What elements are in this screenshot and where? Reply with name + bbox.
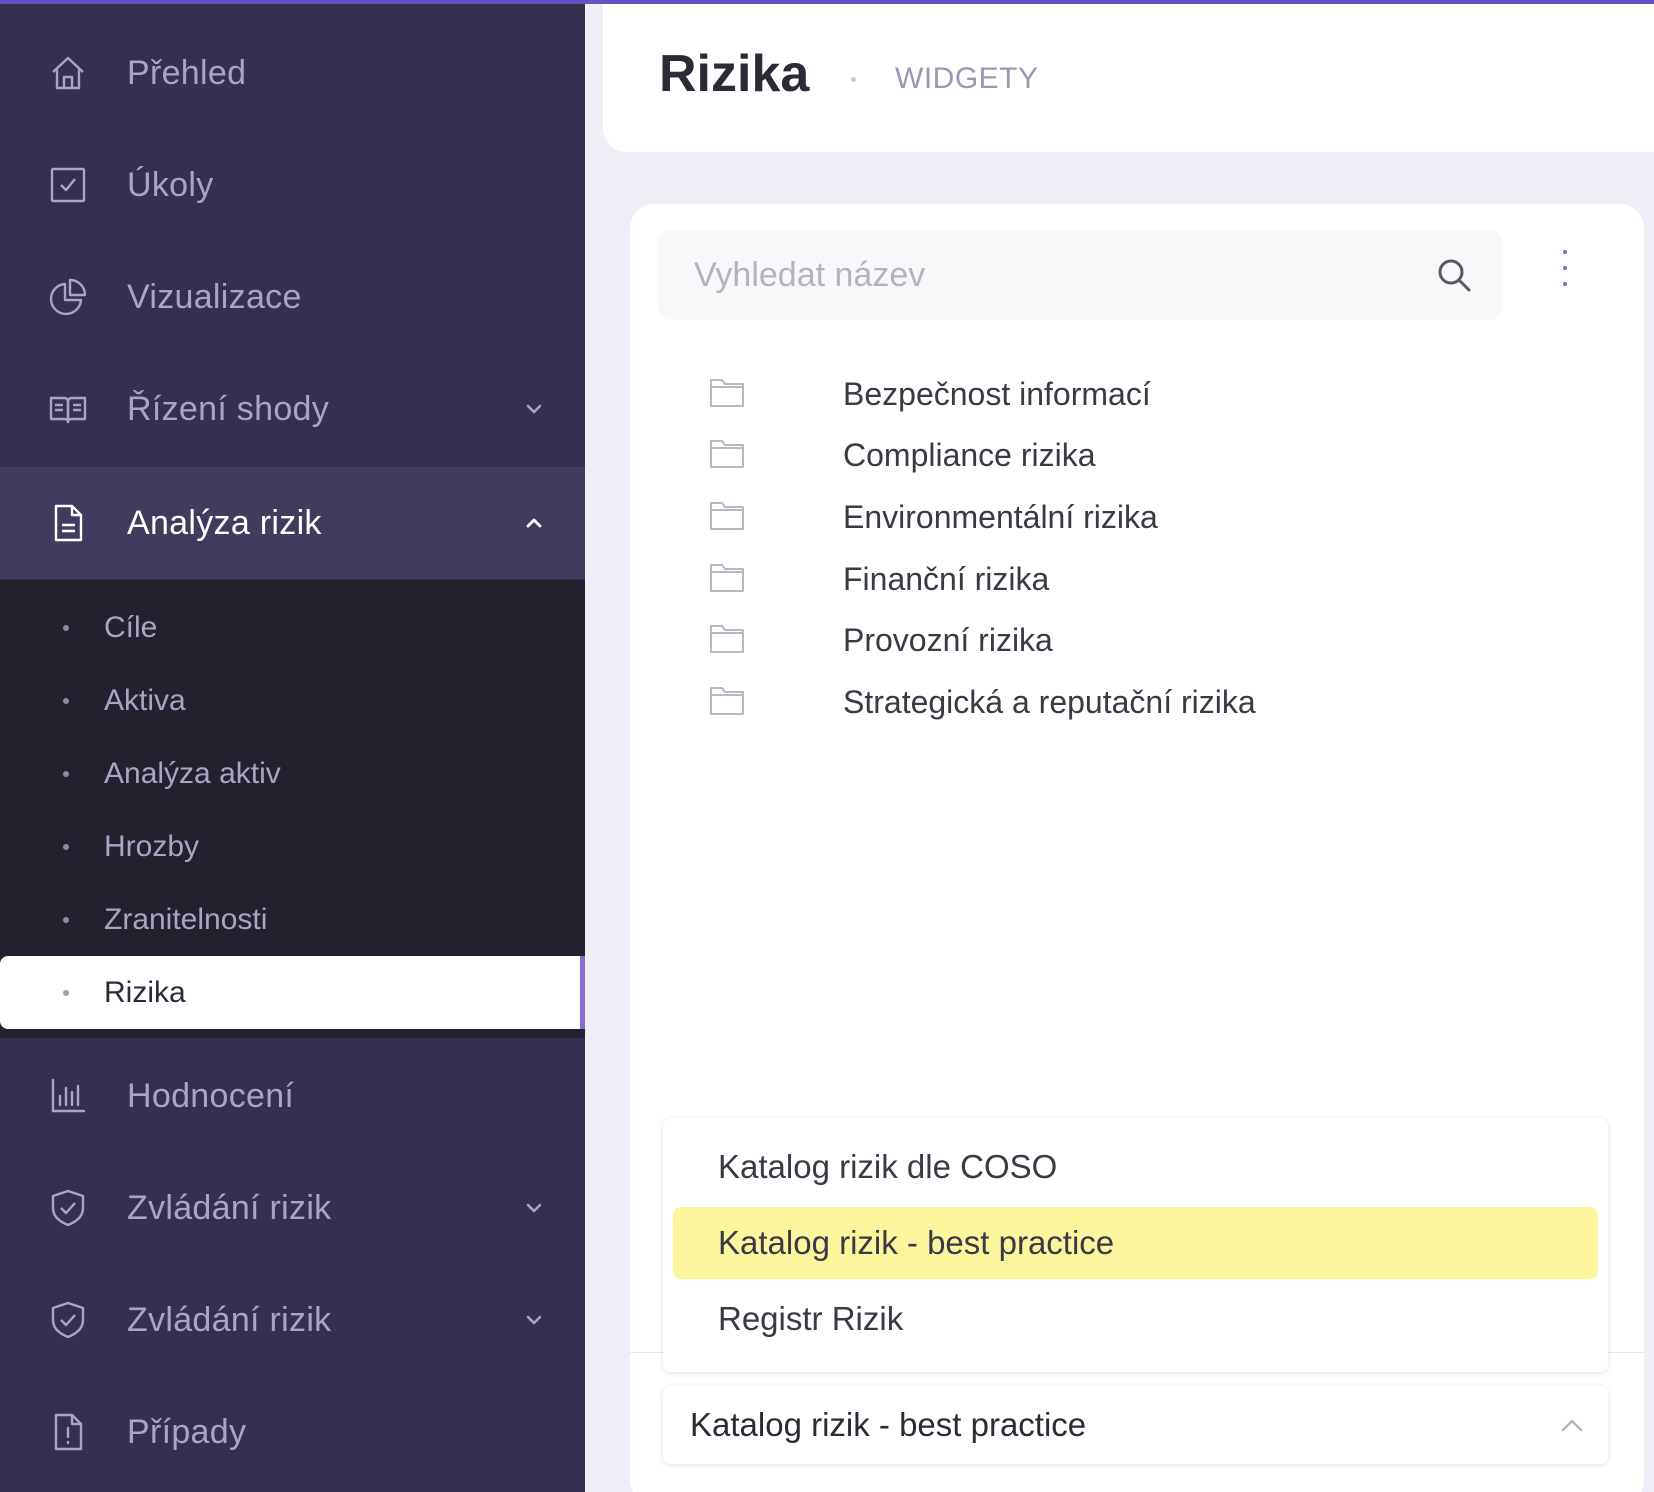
page-header: Rizika WIDGETY (603, 0, 1654, 152)
sidebar-item-label: Vizualizace (127, 277, 302, 316)
folder-icon (710, 440, 744, 468)
catalog-select-value: Katalog rizik - best practice (690, 1406, 1087, 1443)
chevron-down-icon (522, 1196, 546, 1220)
folder-label: Bezpečnost informací (843, 375, 1151, 412)
dropdown-option[interactable]: Katalog rizik dle COSO (673, 1131, 1598, 1203)
submenu-item-label: Rizika (104, 975, 186, 1009)
submenu-item-label: Analýza aktiv (104, 756, 281, 790)
folder-icon (710, 379, 744, 407)
search-icon[interactable] (1434, 255, 1474, 295)
submenu-item-cile[interactable]: Cíle (0, 591, 585, 664)
sidebar-item-zvladani-rizik-2[interactable]: Zvládání rizik (0, 1264, 585, 1376)
sidebar-item-label: Úkoly (127, 165, 214, 204)
sidebar-item-analyza-rizik[interactable]: Analýza rizik (0, 467, 585, 579)
submenu-item-label: Aktiva (104, 683, 186, 717)
bullet-icon (63, 697, 69, 704)
pie-chart-icon (48, 277, 88, 317)
catalog-dropdown-menu: Katalog rizik dle COSO Katalog rizik - b… (663, 1118, 1608, 1372)
sidebar-item-zvladani-rizik[interactable]: Zvládání rizik (0, 1152, 585, 1264)
folder-item[interactable]: Environmentální rizika (710, 493, 1410, 541)
folder-icon (710, 625, 744, 653)
submenu-item-rizika[interactable]: Rizika (0, 956, 585, 1029)
sidebar-item-label: Zvládání rizik (127, 1300, 332, 1339)
folder-item[interactable]: Provozní rizika (710, 616, 1410, 664)
submenu-item-analyza-aktiv[interactable]: Analýza aktiv (0, 737, 585, 810)
sidebar-item-label: Analýza rizik (127, 503, 322, 542)
sidebar-item-label: Hodnocení (127, 1076, 295, 1115)
submenu-item-label: Hrozby (104, 829, 200, 863)
sidebar-item-ukoly[interactable]: Úkoly (0, 129, 585, 241)
document-icon (48, 503, 88, 543)
sidebar-item-rizeni-shody[interactable]: Řízení shody (0, 353, 585, 465)
sidebar-item-label: Zvládání rizik (127, 1188, 332, 1227)
sidebar-item-label: Řízení shody (127, 389, 330, 428)
bar-chart-icon (48, 1076, 88, 1116)
top-accent-bar (0, 0, 1654, 4)
submenu-item-label: Zranitelnosti (104, 902, 268, 936)
separator-dot (851, 77, 856, 82)
folder-icon (710, 564, 744, 592)
folder-item[interactable]: Strategická a reputační rizika (710, 678, 1410, 726)
folder-item[interactable]: Bezpečnost informací (710, 370, 1410, 418)
bullet-icon (63, 770, 69, 777)
document-alert-icon (48, 1412, 88, 1452)
folder-item[interactable]: Compliance rizika (710, 431, 1410, 479)
folder-icon (710, 687, 744, 715)
sidebar-item-vizualizace[interactable]: Vizualizace (0, 241, 585, 353)
bullet-icon (63, 843, 69, 850)
chevron-up-icon (1558, 1412, 1586, 1440)
page-subtitle-link[interactable]: WIDGETY (895, 62, 1039, 96)
folder-item[interactable]: Finanční rizika (710, 555, 1410, 603)
folder-label: Provozní rizika (843, 621, 1053, 658)
folder-label: Environmentální rizika (843, 498, 1158, 535)
shield-check-icon (48, 1188, 88, 1228)
home-icon (48, 53, 88, 93)
sidebar-item-pripady[interactable]: Případy (0, 1376, 585, 1488)
bullet-icon (63, 624, 69, 631)
dropdown-option-selected[interactable]: Katalog rizik - best practice (673, 1207, 1598, 1279)
sidebar: Přehled Úkoly Vizualizace Řízení shody A… (0, 0, 585, 1492)
chevron-down-icon (522, 1308, 546, 1332)
submenu-analyza-rizik: Cíle Aktiva Analýza aktiv Hrozby Zranite… (0, 580, 585, 1038)
checkbox-icon (48, 165, 88, 205)
shield-check-icon (48, 1300, 88, 1340)
folder-label: Finanční rizika (843, 560, 1050, 597)
sidebar-item-label: Přehled (127, 53, 247, 92)
submenu-item-hrozby[interactable]: Hrozby (0, 810, 585, 883)
submenu-item-aktiva[interactable]: Aktiva (0, 664, 585, 737)
chevron-up-icon (522, 511, 546, 535)
more-options-icon[interactable] (1550, 246, 1580, 290)
sidebar-item-hodnoceni[interactable]: Hodnocení (0, 1040, 585, 1152)
search-box (658, 230, 1503, 320)
page-title: Rizika (659, 45, 810, 103)
dropdown-option[interactable]: Registr Rizik (673, 1283, 1598, 1355)
folder-icon (710, 502, 744, 530)
submenu-item-label: Cíle (104, 610, 158, 644)
folder-label: Strategická a reputační rizika (843, 683, 1256, 720)
bullet-icon (63, 916, 69, 923)
search-input[interactable] (658, 230, 1418, 320)
bullet-icon (63, 989, 69, 996)
book-icon (48, 389, 88, 429)
submenu-item-zranitelnosti[interactable]: Zranitelnosti (0, 883, 585, 956)
sidebar-item-prehled[interactable]: Přehled (0, 17, 585, 129)
chevron-down-icon (522, 397, 546, 421)
folder-label: Compliance rizika (843, 436, 1096, 473)
sidebar-item-label: Případy (127, 1412, 247, 1451)
catalog-select[interactable]: Katalog rizik - best practice (663, 1386, 1608, 1464)
